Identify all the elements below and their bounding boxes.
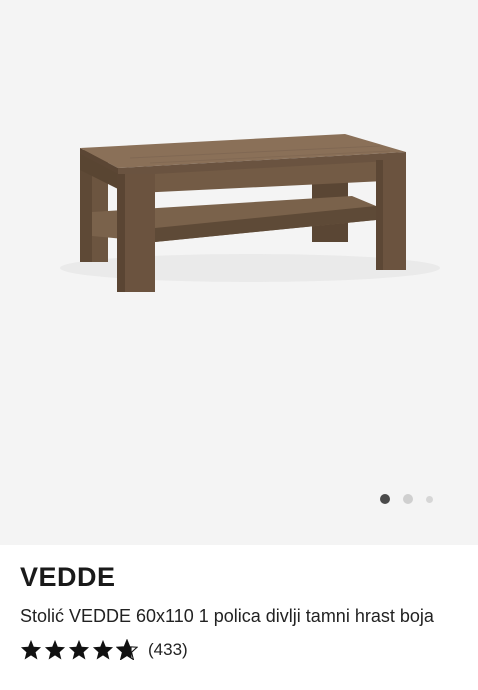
partial-star-icon bbox=[116, 639, 138, 660]
star-icon bbox=[68, 639, 90, 660]
carousel-dot-1[interactable] bbox=[380, 494, 390, 504]
rating-stars bbox=[20, 639, 138, 660]
product-description: Stolić VEDDE 60x110 1 polica divlji tamn… bbox=[20, 606, 434, 626]
carousel-dot-2[interactable] bbox=[403, 494, 413, 504]
star-icon bbox=[44, 639, 66, 660]
product-image[interactable] bbox=[0, 0, 478, 545]
star-icon bbox=[20, 639, 42, 660]
product-rating[interactable]: (433) bbox=[20, 639, 458, 660]
product-info: VEDDE Stolić VEDDE 60x110 1 polica divlj… bbox=[0, 545, 478, 660]
product-image-gallery[interactable] bbox=[0, 0, 478, 545]
carousel-dot-3[interactable] bbox=[426, 495, 433, 503]
rating-count[interactable]: (433) bbox=[148, 640, 188, 660]
product-brand: VEDDE bbox=[20, 562, 116, 592]
star-icon bbox=[92, 639, 114, 660]
image-carousel-dots[interactable] bbox=[380, 494, 433, 504]
